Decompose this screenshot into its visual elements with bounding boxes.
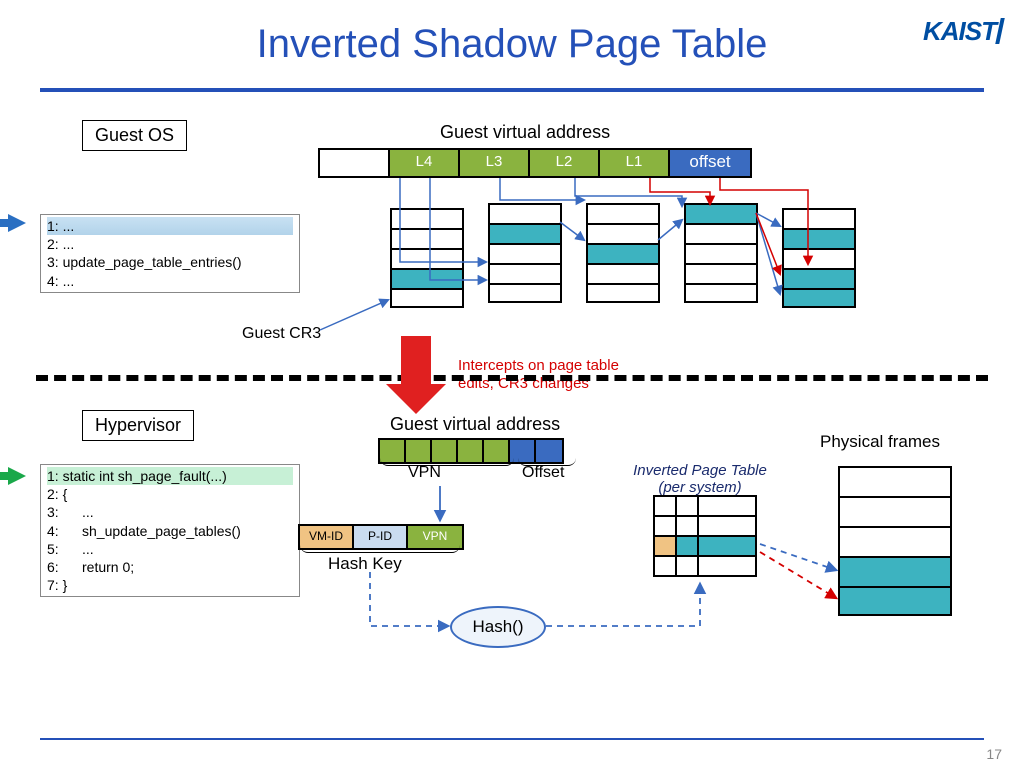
page-table-l1 (684, 203, 758, 303)
code-line: 2: { (47, 485, 293, 503)
code-line: 5: ... (47, 540, 293, 558)
addr-l4: L4 (390, 150, 460, 176)
page-table-l4 (390, 208, 464, 308)
trap-arrow (392, 336, 440, 414)
code-line: 4: sh_update_page_tables() (47, 522, 293, 540)
title-rule (40, 88, 984, 92)
offset-label: Offset (522, 464, 564, 482)
guest-os-label: Guest OS (82, 120, 187, 151)
kaist-logo: KAIST (923, 16, 1002, 47)
slide-title: Inverted Shadow Page Table (0, 0, 1024, 67)
page-number: 17 (986, 746, 1002, 762)
addr-offset: offset (670, 150, 750, 176)
offset-brace (518, 458, 576, 466)
addr-l2: L2 (530, 150, 600, 176)
gva-label-top: Guest virtual address (440, 122, 610, 143)
vpn-brace (380, 458, 514, 466)
vpn-label: VPN (408, 464, 441, 482)
page-table-l2 (586, 203, 660, 303)
code-line: 6: return 0; (47, 558, 293, 576)
code-line: 2: ... (47, 235, 293, 253)
hypervisor-label: Hypervisor (82, 410, 194, 441)
instruction-pointer-blue (8, 214, 26, 232)
vm-hypervisor-divider (36, 375, 988, 381)
guest-virtual-address-bar: L4 L3 L2 L1 offset (318, 148, 752, 178)
code-line: 1: static int sh_page_fault(...) (47, 467, 293, 485)
code-line: 4: ... (47, 272, 293, 290)
instruction-pointer-green (8, 467, 26, 485)
physical-frames-label: Physical frames (820, 432, 940, 452)
hash-function-node: Hash() (450, 606, 546, 648)
hypervisor-code-box: 1: static int sh_page_fault(...) 2: { 3:… (40, 464, 300, 597)
footer-rule (40, 738, 984, 740)
code-line: 3: update_page_table_entries() (47, 253, 293, 271)
code-line: 3: ... (47, 503, 293, 521)
inverted-page-table (654, 496, 756, 576)
guest-code-box: 1: ... 2: ... 3: update_page_table_entri… (40, 214, 300, 293)
guest-cr3-label: Guest CR3 (242, 325, 321, 343)
hashkey-label: Hash Key (328, 554, 402, 574)
code-line: 1: ... (47, 217, 293, 235)
addr-l1: L1 (600, 150, 670, 176)
hashkey-brace (300, 545, 460, 553)
physical-page (782, 208, 856, 308)
code-line: 7: } (47, 576, 293, 594)
page-table-l3 (488, 203, 562, 303)
physical-frames-table (838, 466, 952, 616)
ipt-label: Inverted Page Table (per system) (625, 462, 775, 496)
gva-label-bot: Guest virtual address (390, 414, 560, 435)
addr-blank (320, 150, 390, 176)
addr-l3: L3 (460, 150, 530, 176)
